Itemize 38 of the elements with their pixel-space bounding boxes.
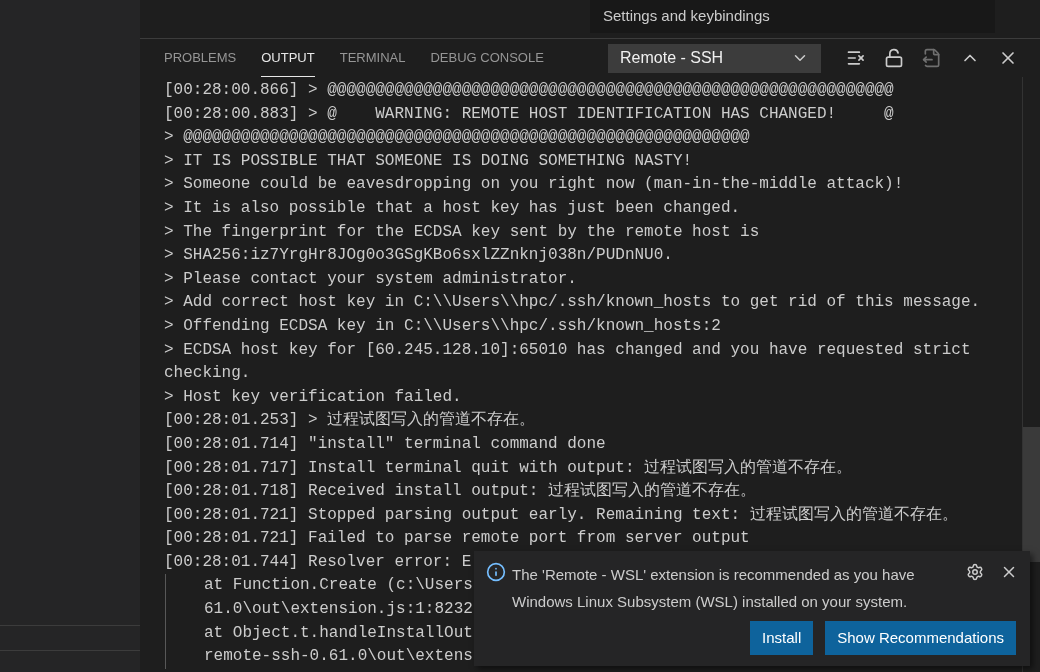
settings-icon[interactable]	[966, 563, 984, 581]
output-line: > Someone could be eavesdropping on you right now (man-in-the-middle attack)!	[164, 174, 904, 196]
output-line: [00:28:01.721] Failed to parse remote port from server output	[164, 528, 750, 550]
output-line: > IT IS POSSIBLE THAT SOMEONE IS DOING SOMETHING NASTY!	[164, 150, 693, 172]
output-line: > Please contact your system administrator.	[164, 268, 577, 290]
unlock-icon[interactable]	[884, 48, 904, 68]
notification-button[interactable]: Install	[750, 621, 814, 655]
panel-tab[interactable]: TERMINAL	[339, 39, 406, 77]
output-line: > The fingerprint for the ECDSA key sent by the remote host is	[164, 221, 760, 243]
output-line: > It is also possible that a host key has just been changed.	[164, 197, 741, 219]
panel-tab[interactable]: DEBUG CONSOLE	[430, 39, 544, 77]
notification-button[interactable]: Show Recommendations	[825, 621, 1016, 655]
output-line: [00:28:01.718] Received install output: 过程试图写入的管道不存在。	[164, 481, 757, 503]
output-line: > ECDSA host key for [60.245.128.10]:65010 has changed and you have requested strict checking.	[164, 339, 972, 385]
output-line: > Add correct host key in C:\\Users\\hpc/.ssh/known_hosts to get rid of this message.	[164, 292, 981, 314]
output-line: remote-ssh-0.61.0\out\extens	[204, 646, 473, 668]
output-line: > Offending ECDSA key in C:\\Users\\hpc/.ssh/known_hosts:2	[164, 315, 721, 337]
output-line: [00:28:01.717] Install terminal quit with output: 过程试图写入的管道不存在。	[164, 457, 853, 479]
output-line: 61.0\out\extension.js:1:8232	[204, 599, 473, 621]
panel-tab[interactable]: PROBLEMS	[164, 39, 237, 77]
output-line: [00:28:01.714] "install" terminal command done	[164, 433, 606, 455]
info-icon	[486, 562, 506, 582]
output-line: [00:28:01.721] Stopped parsing output early. Remaining text: 过程试图写入的管道不存在。	[164, 504, 958, 526]
panel-tab[interactable]: OUTPUT	[261, 39, 315, 77]
output-line: > Host key verification failed.	[164, 386, 462, 408]
document-icon[interactable]	[922, 48, 942, 68]
tooltip: Settings and keybindings	[590, 0, 995, 33]
output-line: [00:28:00.883] > @ WARNING: REMOTE HOST IDENTIFICATION HAS CHANGED! @	[164, 103, 894, 125]
output-line: > SHA256:iz7YrgHr8JOg0o3GSgKBo6sxlZZnknj038n/PUDnNU0.	[164, 245, 673, 267]
output-line: > @@@@@@@@@@@@@@@@@@@@@@@@@@@@@@@@@@@@@@@@@@@@@@@@@@@@@@@@@@@	[164, 127, 750, 149]
output-line: at Object.t.handleInstallOut	[204, 622, 473, 644]
output-line: [00:28:01.744] Resolver error: E	[164, 551, 472, 573]
output-line: at Function.Create (c:\Users	[204, 575, 473, 597]
output-line: [00:28:01.253] > 过程试图写入的管道不存在。	[164, 410, 536, 432]
channel-select[interactable]: Remote - SSH	[608, 43, 821, 73]
output-line: [00:28:00.866] > @@@@@@@@@@@@@@@@@@@@@@@@@@@@@@@@@@@@@@@@@@@@@@@@@@@@@@@@@@@	[164, 80, 894, 101]
notification-message: The 'Remote - WSL' extension is recommended as you have Windows Linux Subsystem (WSL) installed on your system.	[512, 565, 916, 612]
clear-list-icon[interactable]	[846, 48, 866, 68]
